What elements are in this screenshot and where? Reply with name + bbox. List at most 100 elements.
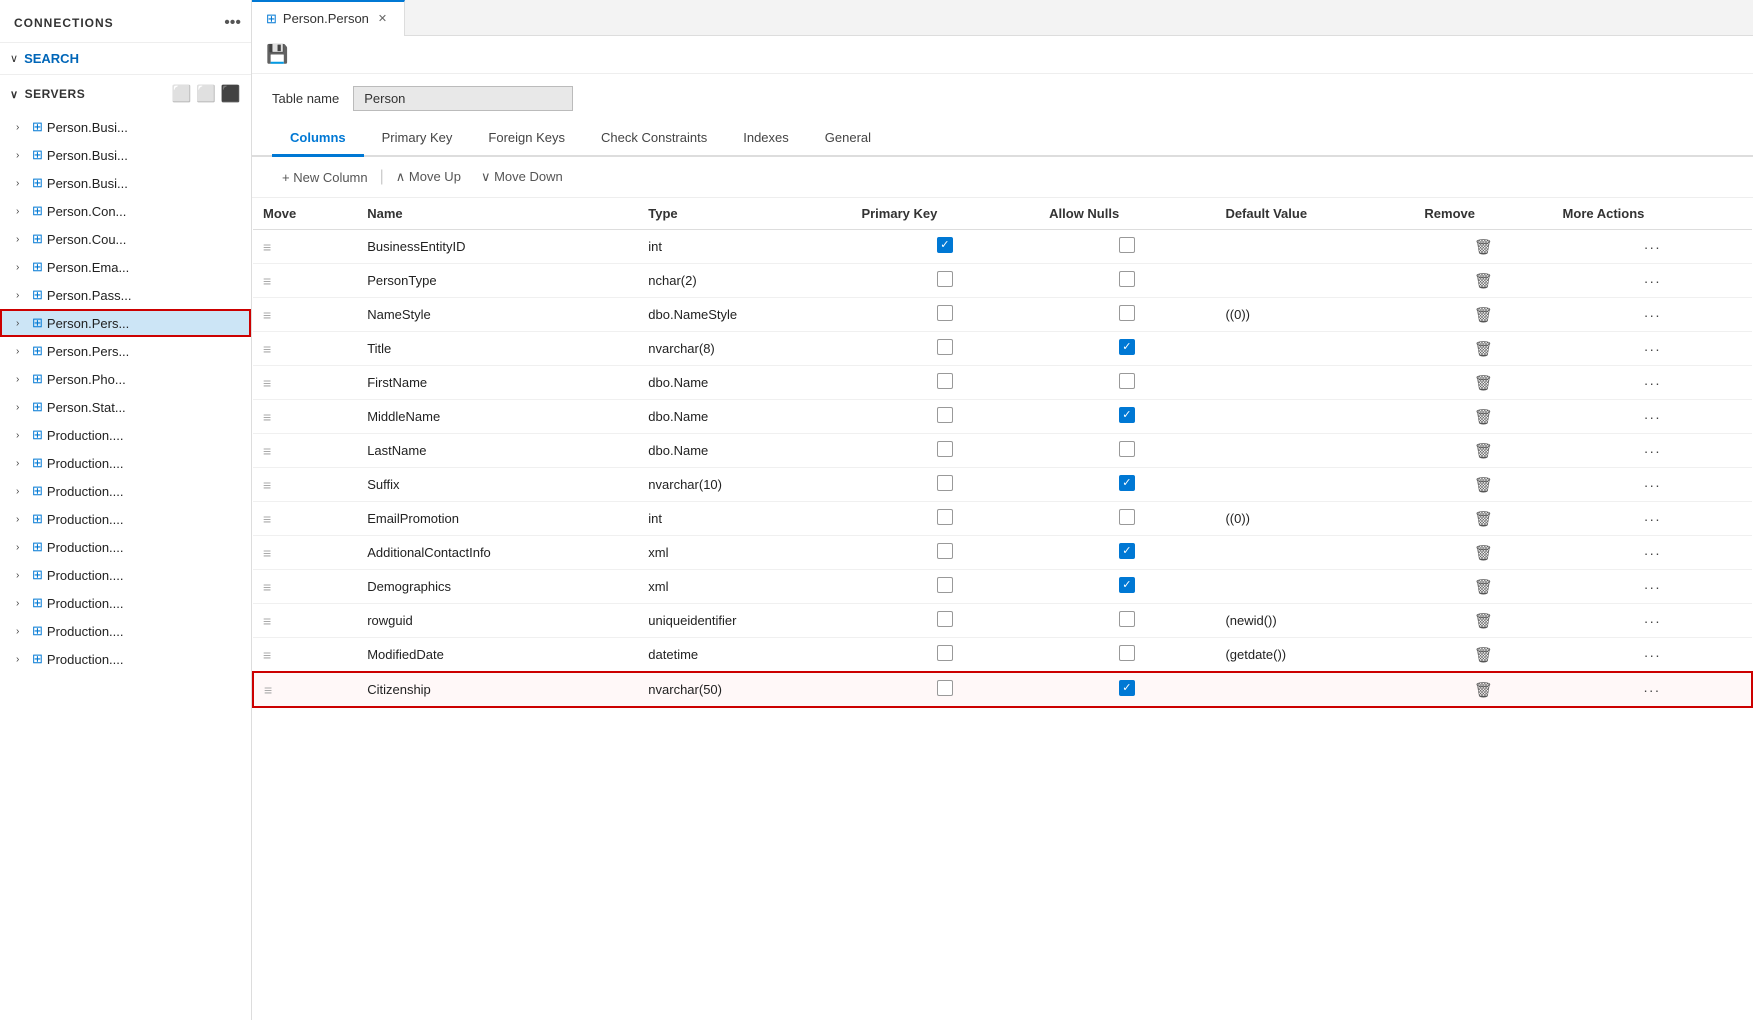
allow-nulls-checkbox[interactable] xyxy=(1119,407,1135,423)
move-handle-icon[interactable]: ≡ xyxy=(263,273,271,289)
more-actions-icon[interactable]: ··· xyxy=(1643,682,1660,698)
sidebar-tree-item-11[interactable]: › ⊞ Production.... xyxy=(0,421,251,449)
new-column-button[interactable]: + New Column xyxy=(272,166,378,189)
more-actions-icon[interactable]: ··· xyxy=(1644,375,1661,391)
primary-key-checkbox[interactable] xyxy=(937,509,953,525)
sidebar-tree-item-9[interactable]: › ⊞ Person.Pho... xyxy=(0,365,251,393)
schema-tab-foreign-keys[interactable]: Foreign Keys xyxy=(470,121,583,157)
move-handle-icon[interactable]: ≡ xyxy=(263,613,271,629)
primary-key-checkbox[interactable] xyxy=(937,680,953,696)
remove-icon[interactable]: 🗑 xyxy=(1474,341,1493,358)
sidebar-tree-item-14[interactable]: › ⊞ Production.... xyxy=(0,505,251,533)
sidebar-tree-item-15[interactable]: › ⊞ Production.... xyxy=(0,533,251,561)
move-handle-icon[interactable]: ≡ xyxy=(263,375,271,391)
more-actions-icon[interactable]: ··· xyxy=(1644,477,1661,493)
primary-key-checkbox[interactable] xyxy=(937,339,953,355)
primary-key-checkbox[interactable] xyxy=(937,611,953,627)
move-handle-icon[interactable]: ≡ xyxy=(263,511,271,527)
sidebar-search[interactable]: ∨ SEARCH xyxy=(0,43,251,75)
save-icon[interactable]: 💾 xyxy=(266,44,288,64)
remove-icon[interactable]: 🗑 xyxy=(1474,239,1493,256)
sidebar-tree-item-6[interactable]: › ⊞ Person.Pass... xyxy=(0,281,251,309)
allow-nulls-checkbox[interactable] xyxy=(1119,475,1135,491)
allow-nulls-checkbox[interactable] xyxy=(1119,271,1135,287)
remove-icon[interactable]: 🗑 xyxy=(1474,273,1493,290)
allow-nulls-checkbox[interactable] xyxy=(1119,611,1135,627)
allow-nulls-checkbox[interactable] xyxy=(1119,373,1135,389)
allow-nulls-checkbox[interactable] xyxy=(1119,509,1135,525)
tab-close-icon[interactable]: ✕ xyxy=(375,11,390,26)
remove-icon[interactable]: 🗑 xyxy=(1474,477,1493,494)
primary-key-checkbox[interactable] xyxy=(937,441,953,457)
allow-nulls-checkbox[interactable] xyxy=(1119,441,1135,457)
primary-key-checkbox[interactable] xyxy=(937,373,953,389)
primary-key-checkbox[interactable] xyxy=(937,645,953,661)
sidebar-tree-item-5[interactable]: › ⊞ Person.Ema... xyxy=(0,253,251,281)
sidebar-tree-item-2[interactable]: › ⊞ Person.Busi... xyxy=(0,169,251,197)
sidebar-tree-item-10[interactable]: › ⊞ Person.Stat... xyxy=(0,393,251,421)
primary-key-checkbox[interactable] xyxy=(937,577,953,593)
move-handle-icon[interactable]: ≡ xyxy=(263,307,271,323)
person-person-tab[interactable]: ⊞ Person.Person ✕ xyxy=(252,0,405,36)
more-actions-icon[interactable]: ··· xyxy=(1644,613,1661,629)
remove-icon[interactable]: 🗑 xyxy=(1474,511,1493,528)
move-handle-icon[interactable]: ≡ xyxy=(263,647,271,663)
sidebar-tree-item-0[interactable]: › ⊞ Person.Busi... xyxy=(0,113,251,141)
add-server-icon[interactable]: ⬛ xyxy=(221,84,241,104)
move-handle-icon[interactable]: ≡ xyxy=(263,443,271,459)
more-actions-icon[interactable]: ··· xyxy=(1644,579,1661,595)
primary-key-checkbox[interactable] xyxy=(937,237,953,253)
move-handle-icon[interactable]: ≡ xyxy=(263,341,271,357)
schema-tab-primary-key[interactable]: Primary Key xyxy=(364,121,471,157)
more-actions-icon[interactable]: ··· xyxy=(1644,341,1661,357)
move-handle-icon[interactable]: ≡ xyxy=(263,545,271,561)
sidebar-tree-item-19[interactable]: › ⊞ Production.... xyxy=(0,645,251,673)
disconnect-icon[interactable]: ⬜ xyxy=(196,84,216,104)
table-name-input[interactable] xyxy=(353,86,573,111)
sidebar-tree-item-17[interactable]: › ⊞ Production.... xyxy=(0,589,251,617)
move-up-button[interactable]: ∧ Move Up xyxy=(386,165,471,189)
schema-tab-check-constraints[interactable]: Check Constraints xyxy=(583,121,725,157)
sidebar-tree-item-16[interactable]: › ⊞ Production.... xyxy=(0,561,251,589)
more-actions-icon[interactable]: ··· xyxy=(1644,511,1661,527)
move-handle-icon[interactable]: ≡ xyxy=(264,682,272,698)
sidebar-more-icon[interactable]: ••• xyxy=(224,14,241,32)
move-handle-icon[interactable]: ≡ xyxy=(263,239,271,255)
sidebar-tree-item-1[interactable]: › ⊞ Person.Busi... xyxy=(0,141,251,169)
more-actions-icon[interactable]: ··· xyxy=(1644,409,1661,425)
allow-nulls-checkbox[interactable] xyxy=(1119,339,1135,355)
move-handle-icon[interactable]: ≡ xyxy=(263,409,271,425)
move-down-button[interactable]: ∨ Move Down xyxy=(471,165,573,189)
sidebar-tree-item-4[interactable]: › ⊞ Person.Cou... xyxy=(0,225,251,253)
more-actions-icon[interactable]: ··· xyxy=(1644,273,1661,289)
allow-nulls-checkbox[interactable] xyxy=(1119,237,1135,253)
remove-icon[interactable]: 🗑 xyxy=(1474,375,1493,392)
search-label[interactable]: SEARCH xyxy=(24,51,79,66)
schema-tab-general[interactable]: General xyxy=(807,121,889,157)
schema-tab-columns[interactable]: Columns xyxy=(272,121,364,157)
connect-icon[interactable]: ⬜ xyxy=(172,84,192,104)
primary-key-checkbox[interactable] xyxy=(937,475,953,491)
sidebar-tree-item-3[interactable]: › ⊞ Person.Con... xyxy=(0,197,251,225)
more-actions-icon[interactable]: ··· xyxy=(1644,239,1661,255)
sidebar-tree-item-7[interactable]: › ⊞ Person.Pers... xyxy=(0,309,251,337)
sidebar-tree-item-12[interactable]: › ⊞ Production.... xyxy=(0,449,251,477)
allow-nulls-checkbox[interactable] xyxy=(1119,645,1135,661)
more-actions-icon[interactable]: ··· xyxy=(1644,647,1661,663)
remove-icon[interactable]: 🗑 xyxy=(1474,682,1493,699)
sidebar-tree-item-8[interactable]: › ⊞ Person.Pers... xyxy=(0,337,251,365)
primary-key-checkbox[interactable] xyxy=(937,407,953,423)
allow-nulls-checkbox[interactable] xyxy=(1119,305,1135,321)
allow-nulls-checkbox[interactable] xyxy=(1119,543,1135,559)
allow-nulls-checkbox[interactable] xyxy=(1119,680,1135,696)
more-actions-icon[interactable]: ··· xyxy=(1644,443,1661,459)
remove-icon[interactable]: 🗑 xyxy=(1474,579,1493,596)
primary-key-checkbox[interactable] xyxy=(937,271,953,287)
remove-icon[interactable]: 🗑 xyxy=(1474,307,1493,324)
remove-icon[interactable]: 🗑 xyxy=(1474,545,1493,562)
more-actions-icon[interactable]: ··· xyxy=(1644,307,1661,323)
more-actions-icon[interactable]: ··· xyxy=(1644,545,1661,561)
primary-key-checkbox[interactable] xyxy=(937,305,953,321)
remove-icon[interactable]: 🗑 xyxy=(1474,647,1493,664)
primary-key-checkbox[interactable] xyxy=(937,543,953,559)
